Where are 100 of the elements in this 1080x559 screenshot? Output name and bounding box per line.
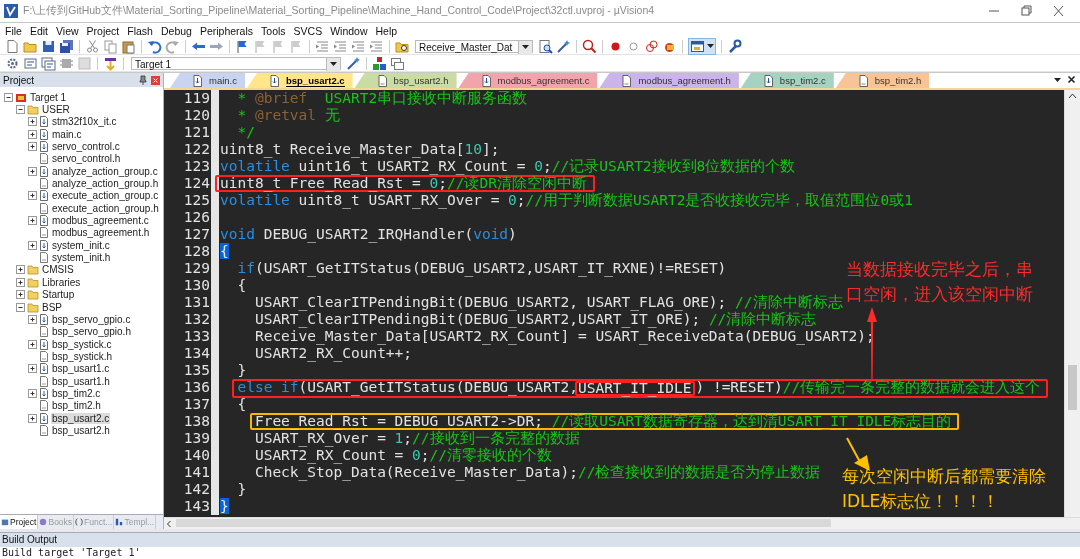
tree-item[interactable]: system_init.c: [51, 239, 111, 251]
dropdown-icon[interactable]: [1053, 75, 1062, 84]
undo-icon[interactable]: [147, 38, 162, 54]
layers-icon[interactable]: [390, 55, 405, 71]
tree-item[interactable]: bsp_servo_gpio.c: [51, 313, 132, 325]
menu-item[interactable]: Flash: [123, 24, 157, 37]
menu-item[interactable]: File: [1, 24, 26, 37]
search-document-icon[interactable]: [538, 38, 553, 54]
tree-item[interactable]: bsp_usart1.c: [51, 363, 111, 375]
tree-item[interactable]: bsp_systick.c: [51, 338, 113, 350]
menu-item[interactable]: Debug: [156, 24, 196, 37]
close-icon[interactable]: [1067, 75, 1076, 84]
tree-item[interactable]: Startup: [41, 289, 76, 301]
expand-toggle[interactable]: [16, 265, 25, 275]
horizontal-scrollbar[interactable]: [164, 517, 1080, 529]
search-icon[interactable]: [582, 38, 597, 54]
menu-item[interactable]: Help: [371, 24, 402, 37]
save-all-icon[interactable]: [59, 38, 74, 54]
window-icon[interactable]: [690, 38, 705, 54]
panel-title: Build Output: [0, 532, 1080, 547]
save-icon[interactable]: [41, 38, 56, 54]
tree-item[interactable]: Libraries: [41, 276, 82, 288]
vertical-scrollbar[interactable]: [1064, 90, 1080, 517]
tree-item[interactable]: bsp_usart1.h: [51, 375, 111, 387]
plus-icon: [17, 291, 24, 299]
expand-toggle[interactable]: [28, 413, 37, 423]
expand-toggle[interactable]: [16, 290, 25, 300]
line-number: 123: [182, 158, 211, 175]
menu-item[interactable]: Window: [326, 24, 372, 37]
tree-item[interactable]: servo_control.c: [51, 141, 121, 153]
file-tab[interactable]: bsp_usart2.h: [354, 73, 457, 88]
file-tab[interactable]: bsp_tim2.c: [740, 73, 834, 88]
paste-icon[interactable]: [121, 38, 136, 54]
expand-toggle[interactable]: [28, 191, 37, 201]
tree-item[interactable]: Target 1: [29, 91, 68, 103]
pin-icon[interactable]: [139, 75, 147, 85]
tree-item[interactable]: USER: [41, 104, 71, 115]
collapse-toggle[interactable]: [4, 92, 13, 102]
wand-icon[interactable]: [556, 38, 571, 54]
file-tab[interactable]: bsp_usart2.c: [247, 73, 353, 88]
tree-item[interactable]: modbus_agreement.c: [51, 215, 150, 227]
expand-toggle[interactable]: [16, 277, 25, 287]
scroll-left-icon[interactable]: [164, 518, 174, 529]
panel-tab[interactable]: Project: [0, 515, 39, 529]
expand-toggle[interactable]: [28, 129, 37, 139]
menu-item[interactable]: View: [52, 24, 83, 37]
expand-toggle[interactable]: [28, 364, 37, 374]
line-number: 140: [182, 447, 211, 464]
tree-item[interactable]: bsp_usart2.c: [51, 412, 111, 424]
download-icon[interactable]: [103, 55, 118, 71]
menu-item[interactable]: Peripherals: [195, 24, 258, 37]
expand-toggle[interactable]: [28, 339, 37, 349]
expand-toggle[interactable]: [28, 240, 37, 250]
tree-item[interactable]: analyze_action_group.h: [51, 178, 160, 190]
target-combo[interactable]: Target 1: [131, 56, 341, 70]
settings-icon[interactable]: [727, 38, 742, 54]
rings-icon[interactable]: [644, 38, 659, 54]
tree-item[interactable]: modbus_agreement.h: [51, 227, 151, 239]
tree-item[interactable]: stm32f10x_it.c: [51, 116, 118, 128]
wand-icon[interactable]: [346, 55, 361, 71]
expand-toggle[interactable]: [28, 216, 37, 226]
collapse-toggle[interactable]: [16, 105, 25, 114]
tree-item[interactable]: bsp_usart2.h: [51, 424, 111, 436]
file-tab[interactable]: bsp_tim2.h: [835, 73, 930, 88]
build-all-icon[interactable]: [41, 55, 56, 71]
menu-item[interactable]: Project: [82, 24, 124, 37]
tree-item[interactable]: main.c: [51, 128, 83, 140]
tree-item[interactable]: CMSIS: [41, 264, 75, 276]
tree-item[interactable]: execute_action_group.h: [51, 202, 160, 214]
header-file-icon: [39, 202, 49, 214]
tree-item[interactable]: servo_control.h: [51, 153, 122, 165]
tree-item[interactable]: execute_action_group.c: [51, 190, 160, 202]
expand-toggle[interactable]: [28, 117, 37, 127]
tree-item[interactable]: bsp_tim2.h: [51, 400, 102, 412]
tree-item[interactable]: system_init.h: [51, 252, 112, 264]
tree-item[interactable]: bsp_tim2.c: [51, 387, 102, 399]
expand-toggle[interactable]: [28, 166, 37, 176]
new-file-icon[interactable]: [5, 38, 20, 54]
scroll-thumb[interactable]: [176, 519, 831, 527]
menu-item[interactable]: Tools: [257, 24, 290, 37]
code-line: Receive_Master_Data[USART2_RX_Count] = USART_ReceiveData(DEBUG_USART2);: [254, 328, 875, 345]
plus-icon: [29, 217, 36, 225]
collapse-toggle[interactable]: [16, 302, 25, 312]
blocks-icon[interactable]: [372, 55, 387, 71]
tree-item[interactable]: analyze_action_group.c: [51, 165, 159, 177]
expand-toggle[interactable]: [28, 388, 37, 398]
tree-item[interactable]: bsp_servo_gpio.h: [51, 326, 132, 338]
menu-item[interactable]: SVCS: [289, 24, 327, 37]
scroll-thumb[interactable]: [1068, 365, 1077, 410]
tree-item[interactable]: bsp_systick.h: [51, 350, 114, 362]
find-combo[interactable]: Receive_Master_Dat: [415, 39, 533, 53]
file-tab[interactable]: modbus_agreement.h: [599, 73, 739, 88]
restore-icon[interactable]: [1018, 5, 1034, 17]
expand-toggle[interactable]: [28, 142, 37, 152]
menu-item[interactable]: Edit: [25, 24, 52, 37]
file-tab[interactable]: main.c: [170, 73, 245, 88]
source-file-icon: [39, 338, 49, 350]
tree-item[interactable]: BSP: [41, 301, 63, 313]
expand-toggle[interactable]: [28, 314, 37, 324]
file-tab[interactable]: modbus_agreement.c: [458, 73, 598, 88]
